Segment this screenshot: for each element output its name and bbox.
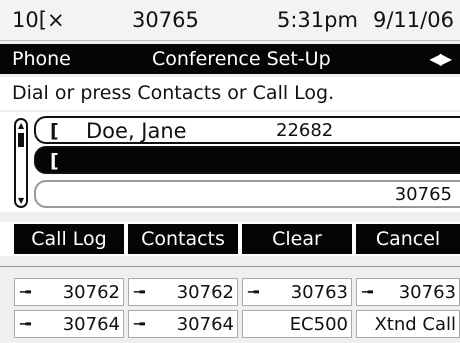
left-right-arrows-icon[interactable]: ◀▶: [429, 44, 452, 74]
handset-icon: ╼: [20, 282, 31, 303]
status-time: 5:31pm: [277, 8, 358, 32]
line-key[interactable]: ╼ 30762: [14, 278, 124, 306]
line-bracket-icon: [: [50, 150, 59, 172]
line-key[interactable]: ╼ 30763: [356, 278, 460, 306]
scroll-down-icon[interactable]: ▼: [18, 197, 24, 205]
app-name: Phone: [12, 48, 71, 70]
handset-icon: ╼: [134, 282, 145, 303]
instruction-prompt: Dial or press Contacts or Call Log.: [0, 77, 460, 110]
conference-entry-row[interactable]: [ Doe, Jane 22682: [34, 116, 460, 144]
contacts-button[interactable]: Contacts: [128, 224, 238, 254]
line-key[interactable]: ╼ 30763: [242, 278, 352, 306]
entry-number: 22682: [276, 120, 334, 141]
dial-entry-row[interactable]: 30765: [34, 180, 460, 208]
clear-button[interactable]: Clear: [242, 224, 352, 254]
line-bracket-icon: 0[: [25, 8, 47, 32]
title-bar: Phone Conference Set-Up ◀▶: [0, 44, 460, 74]
xtnd-call-key[interactable]: Xtnd Call: [356, 310, 460, 338]
line-indicator: 10[×: [12, 8, 65, 32]
handset-icon: ╼: [248, 282, 259, 303]
status-bar: 10[× 30765 5:31pm 9/11/06: [0, 0, 460, 41]
line-active-icon: ×: [46, 8, 65, 32]
handset-icon: ╼: [20, 314, 31, 335]
conference-entry-row-selected[interactable]: [: [34, 146, 460, 174]
handset-icon: ╼: [362, 282, 373, 303]
cancel-button[interactable]: Cancel: [356, 224, 460, 254]
entry-number: 30765: [394, 184, 452, 205]
handset-icon: ╼: [134, 314, 145, 335]
line-key[interactable]: ╼ 30762: [128, 278, 238, 306]
scroll-up-icon[interactable]: ▲: [18, 122, 24, 130]
scroll-thumb[interactable]: [18, 133, 24, 147]
entry-name: Doe, Jane: [86, 119, 187, 143]
ec500-key[interactable]: EC500: [242, 310, 352, 338]
status-date: 9/11/06: [373, 8, 454, 32]
status-extension: 30765: [132, 8, 199, 32]
call-log-button[interactable]: Call Log: [14, 224, 124, 254]
screen-title: Conference Set-Up: [152, 48, 331, 70]
line-key[interactable]: ╼ 30764: [14, 310, 124, 338]
line-bracket-icon: [: [50, 120, 59, 142]
phone-screen: 10[× 30765 5:31pm 9/11/06 Phone Conferen…: [0, 0, 460, 343]
entry-scrollbar[interactable]: ▲ ▼: [14, 118, 28, 208]
line-key[interactable]: ╼ 30764: [128, 310, 238, 338]
